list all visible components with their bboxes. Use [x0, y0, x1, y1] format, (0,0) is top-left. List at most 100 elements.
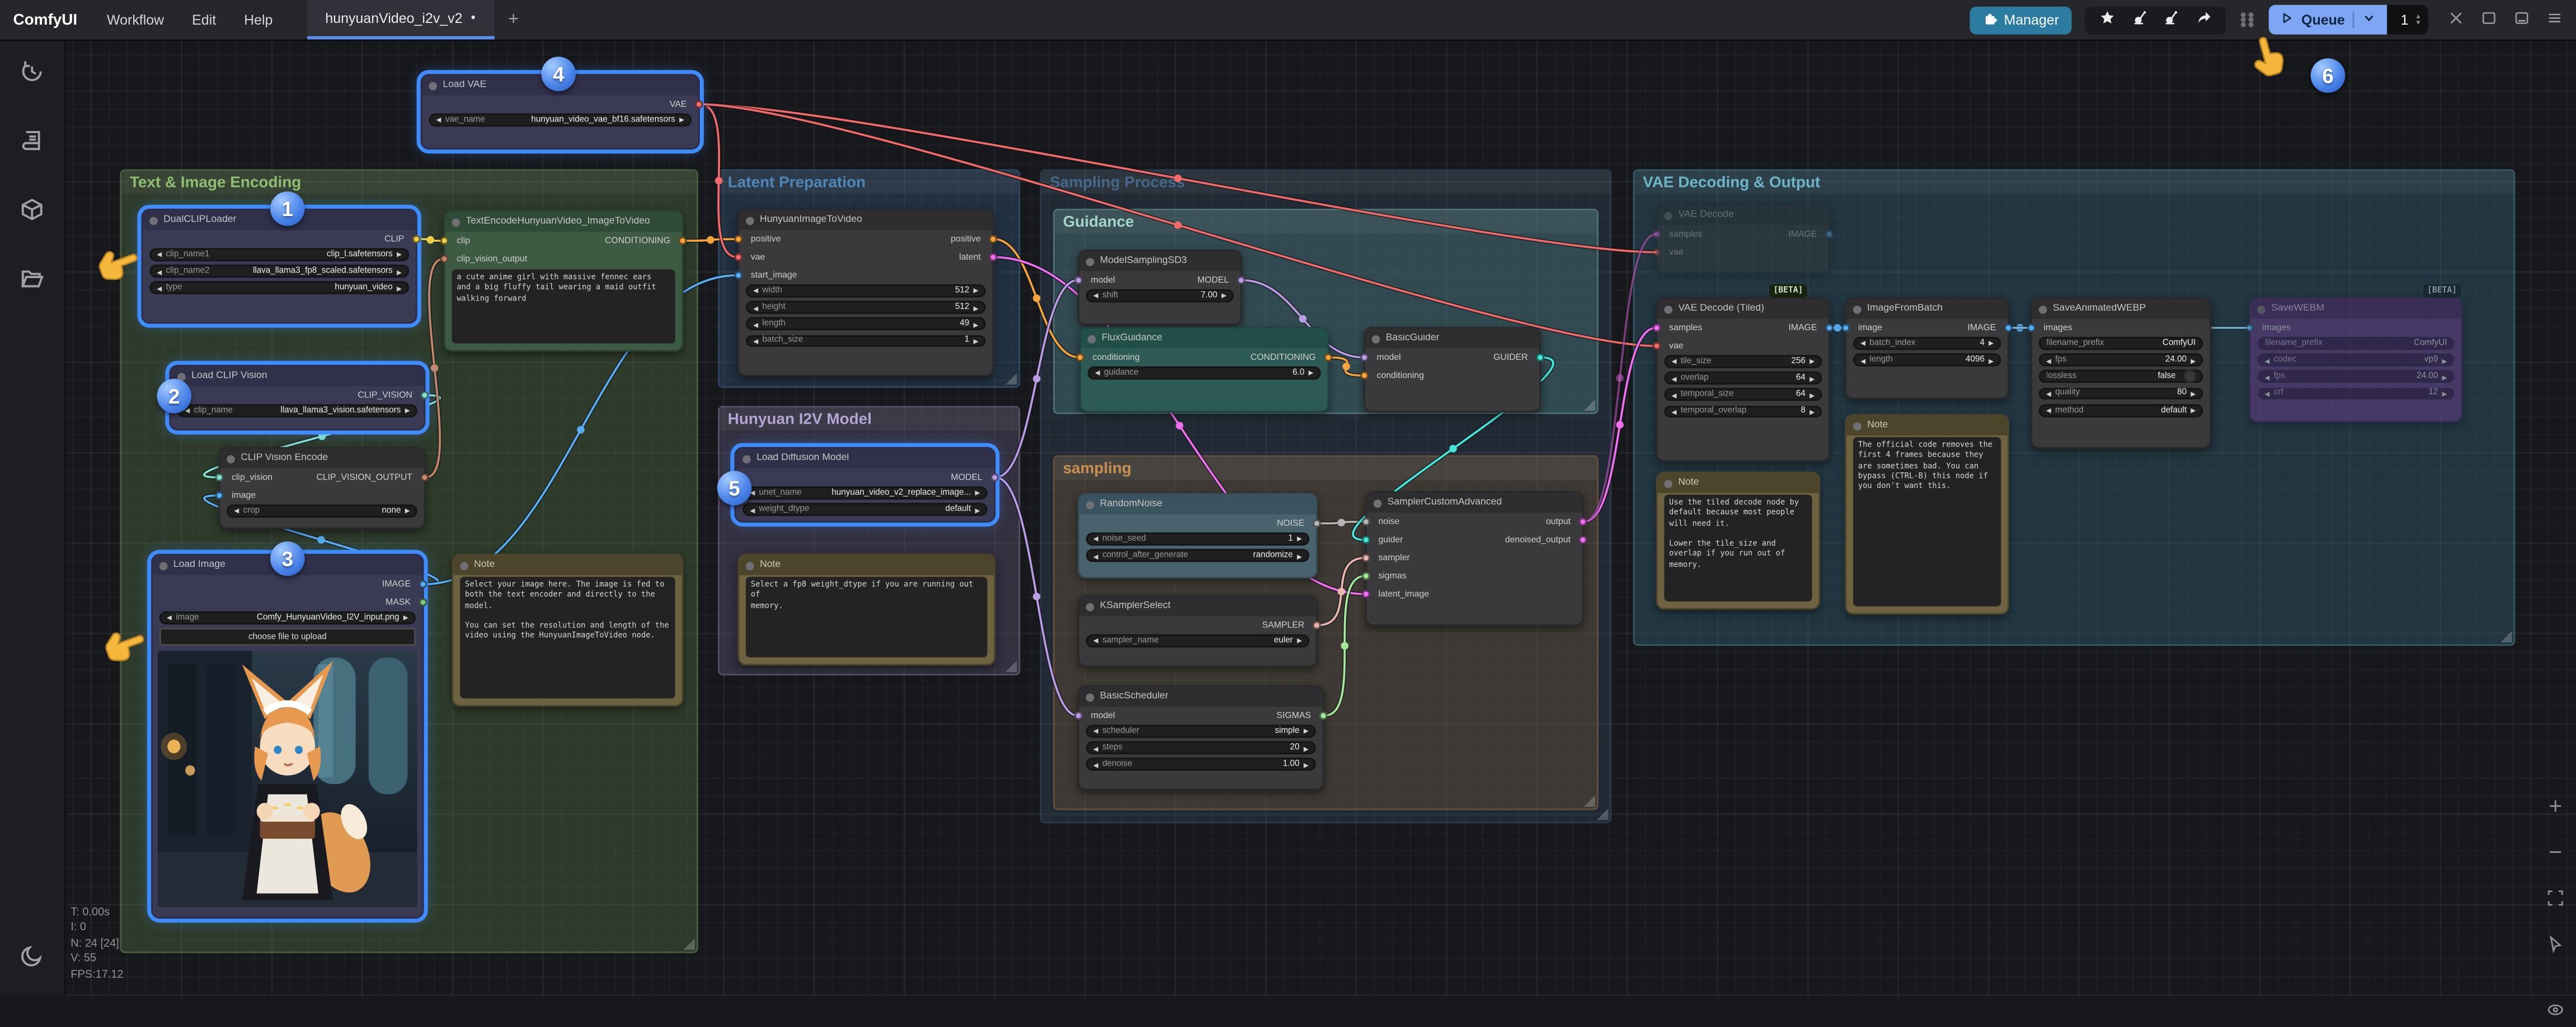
input-dot-model[interactable]	[1361, 353, 1369, 362]
increment-arrow-icon[interactable]: ▶	[405, 507, 410, 515]
collapse-dot[interactable]	[1374, 499, 1382, 507]
node-ksampler_select[interactable]: KSamplerSelectSAMPLER◀sampler_nameeuler▶	[1078, 595, 1318, 667]
decrement-arrow-icon[interactable]: ◀	[2046, 390, 2051, 398]
output-dot-CLIP[interactable]	[412, 235, 420, 243]
node-titlebar[interactable]: SaveWEBM	[2251, 299, 2461, 318]
input-dot-conditioning[interactable]	[1361, 371, 1369, 379]
collapse-dot[interactable]	[1853, 305, 1862, 313]
increment-arrow-icon[interactable]: ▶	[974, 320, 979, 329]
input-dot-clip[interactable]	[440, 236, 449, 245]
node-clip_vision_encode[interactable]: CLIP Vision Encodeclip_visionCLIP_VISION…	[219, 447, 426, 529]
increment-arrow-icon[interactable]: ▶	[1297, 551, 1302, 560]
increment-arrow-icon[interactable]: ▶	[1809, 357, 1815, 365]
increment-arrow-icon[interactable]: ▶	[1297, 636, 1302, 645]
workflow-tab[interactable]: hunyuanVideo_i2v_v2 ●	[307, 0, 493, 39]
increment-arrow-icon[interactable]: ▶	[403, 613, 408, 622]
input-dot-image[interactable]	[1842, 323, 1850, 332]
widget-steps[interactable]: ◀steps20▶	[1086, 742, 1316, 754]
node-library-icon[interactable]	[20, 128, 44, 161]
widget-fps[interactable]: ◀fps24.00▶	[2257, 371, 2454, 383]
input-dot-model[interactable]	[1075, 711, 1083, 720]
menu-workflow[interactable]: Workflow	[107, 12, 164, 28]
increment-arrow-icon[interactable]: ▶	[2190, 390, 2196, 398]
increment-arrow-icon[interactable]: ▶	[2442, 373, 2447, 381]
collapse-dot[interactable]	[1086, 500, 1094, 509]
node-titlebar[interactable]: ModelSamplingSD3	[1079, 251, 1240, 271]
input-dot-image[interactable]	[215, 491, 224, 500]
vacuum-icon[interactable]	[2132, 10, 2148, 29]
input-dot-guider[interactable]	[1362, 536, 1371, 544]
input-dot-model[interactable]	[1075, 276, 1083, 284]
collapse-dot[interactable]	[1372, 335, 1380, 343]
collapse-dot[interactable]	[1853, 421, 1862, 430]
output-dot-SIGMAS[interactable]	[1319, 711, 1327, 720]
model-library-icon[interactable]	[20, 197, 44, 230]
node-hunyuan_image_to_video[interactable]: HunyuanImageToVideopositivepositivevaela…	[737, 209, 994, 376]
widget-overlap[interactable]: ◀overlap64▶	[1664, 372, 1822, 384]
input-dot-start_image[interactable]	[735, 271, 743, 279]
input-dot-sampler[interactable]	[1362, 554, 1371, 562]
node-note_tiled[interactable]: NoteUse the tiled decode node by default…	[1656, 472, 1821, 610]
output-dot-positive[interactable]	[988, 235, 996, 243]
node-titlebar[interactable]: BasicGuider	[1365, 329, 1539, 348]
text-area[interactable]: The official code removes the first 4 fr…	[1853, 437, 2001, 606]
collapse-dot[interactable]	[746, 561, 754, 570]
increment-arrow-icon[interactable]: ▶	[974, 303, 979, 312]
input-dot-vae[interactable]	[1653, 248, 1661, 256]
increment-arrow-icon[interactable]: ▶	[974, 337, 979, 345]
history-icon[interactable]	[20, 59, 44, 92]
output-dot-MODEL[interactable]	[1237, 276, 1245, 284]
input-dot-clip_vision[interactable]	[215, 473, 224, 481]
node-titlebar[interactable]: Note	[1846, 416, 2008, 435]
drag-handle[interactable]: ●●●●●●	[2240, 12, 2255, 27]
manager-button[interactable]: Manager	[1969, 6, 2072, 34]
increment-arrow-icon[interactable]: ▶	[1809, 391, 1815, 399]
widget-fps[interactable]: ◀fps24.00▶	[2039, 354, 2203, 367]
collapse-dot[interactable]	[1088, 335, 1096, 343]
collapse-dot[interactable]	[159, 561, 168, 570]
widget-clip_name[interactable]: ◀clip_namellava_llama3_vision.safetensor…	[177, 404, 417, 417]
output-dot-MODEL[interactable]	[990, 473, 998, 481]
widget-type[interactable]: ◀typehunyuan_video▶	[149, 282, 409, 294]
increment-arrow-icon[interactable]: ▶	[1989, 356, 1994, 364]
stepper-carets[interactable]: ▲▼	[2415, 12, 2422, 27]
increment-arrow-icon[interactable]: ▶	[1304, 744, 1309, 752]
collapse-dot[interactable]	[742, 454, 751, 463]
toggle-knob[interactable]	[2183, 371, 2196, 383]
node-titlebar[interactable]: CLIP Vision Encode	[220, 449, 424, 468]
menu-icon[interactable]	[2546, 10, 2563, 30]
widget-shift[interactable]: ◀shift7.00▶	[1086, 289, 1234, 302]
increment-arrow-icon[interactable]: ▶	[1304, 761, 1309, 769]
output-dot-VAE[interactable]	[694, 100, 703, 109]
increment-arrow-icon[interactable]: ▶	[1809, 374, 1815, 382]
star-icon[interactable]	[2100, 10, 2116, 29]
widget-length[interactable]: ◀length49▶	[746, 318, 986, 331]
decrement-arrow-icon[interactable]: ◀	[2046, 356, 2051, 364]
menu-help[interactable]: Help	[244, 12, 272, 28]
panel-bottom-icon[interactable]	[2513, 10, 2530, 30]
widget-crop[interactable]: ◀cropnone▶	[227, 504, 417, 517]
output-dot-IMAGE[interactable]	[1825, 230, 1833, 238]
node-titlebar[interactable]: SamplerCustomAdvanced	[1367, 493, 1582, 513]
decrement-arrow-icon[interactable]: ◀	[1093, 534, 1098, 543]
group-title[interactable]: Latent Preparation	[720, 171, 1018, 194]
select-mode-icon[interactable]	[2546, 932, 2564, 962]
output-dot-IMAGE[interactable]	[2004, 323, 2012, 332]
zoom-out-icon[interactable]	[2546, 840, 2564, 869]
queue-button[interactable]: Queue	[2268, 5, 2387, 35]
workflows-icon[interactable]	[20, 266, 44, 299]
node-load_clip_vision[interactable]: Load CLIP VisionCLIP_VISION◀clip_namella…	[169, 365, 425, 430]
node-titlebar[interactable]: RandomNoise	[1079, 495, 1316, 514]
decrement-arrow-icon[interactable]: ◀	[753, 303, 758, 312]
decrement-arrow-icon[interactable]: ◀	[2265, 356, 2270, 364]
output-dot-NOISE[interactable]	[1312, 519, 1320, 528]
output-dot-output[interactable]	[1578, 518, 1587, 526]
widget-crf[interactable]: ◀crf12▶	[2257, 387, 2454, 400]
decrement-arrow-icon[interactable]: ◀	[157, 284, 162, 292]
output-dot-CLIP_VISION_OUTPUT[interactable]	[420, 473, 429, 481]
widget-denoise[interactable]: ◀denoise1.00▶	[1086, 758, 1316, 771]
decrement-arrow-icon[interactable]: ◀	[2046, 406, 2051, 415]
node-titlebar[interactable]: Note	[739, 555, 994, 575]
group-title[interactable]: Sampling Process	[1042, 171, 1610, 194]
output-dot-CLIP_VISION[interactable]	[420, 391, 429, 399]
